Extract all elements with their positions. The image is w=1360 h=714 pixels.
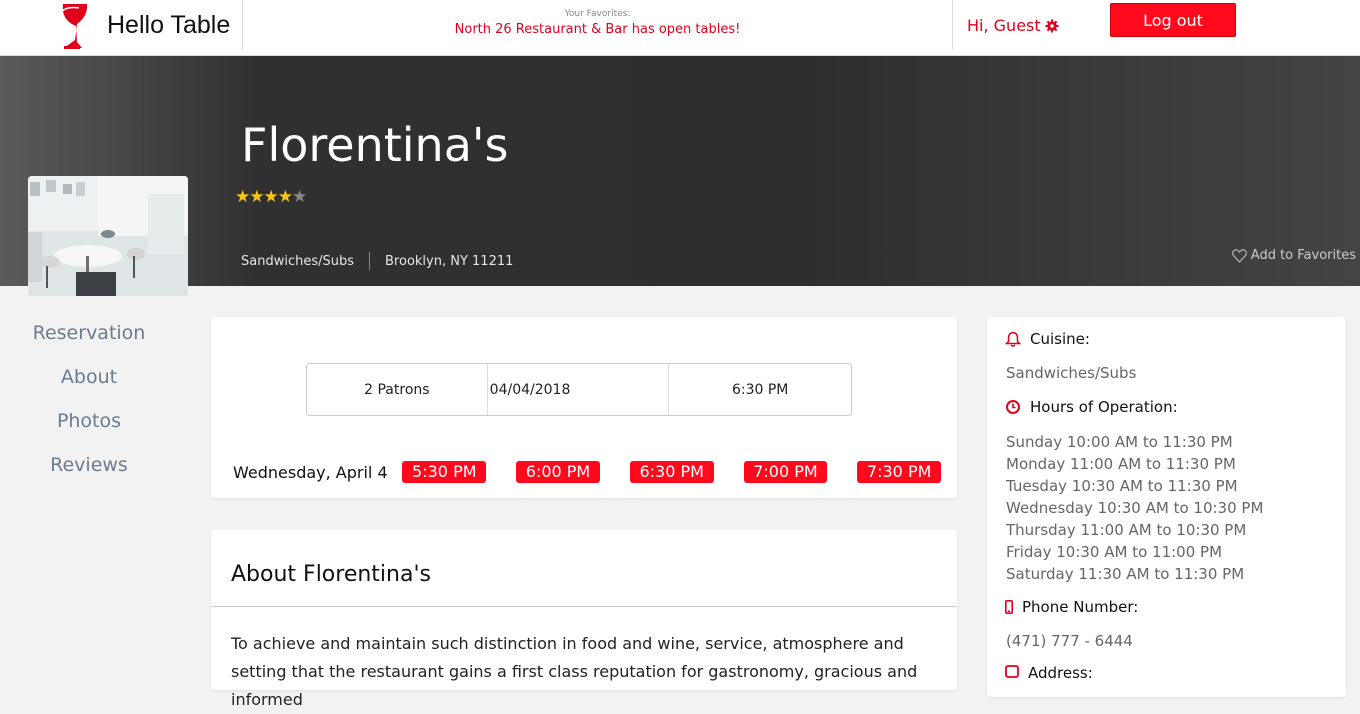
hours-line: Saturday 11:30 AM to 11:30 PM — [1006, 565, 1245, 583]
phone-value[interactable]: (471) 777 - 6444 — [1006, 632, 1133, 650]
nav-item-reviews[interactable]: Reviews — [0, 452, 178, 496]
time-select[interactable]: 6:30 PM — [669, 364, 851, 415]
cuisine-value: Sandwiches/Subs — [1006, 364, 1137, 382]
nav-item-reservation[interactable]: Reservation — [0, 320, 178, 364]
greeting-text: Hi, Guest — [967, 16, 1041, 35]
header-divider — [952, 0, 953, 50]
reservation-card: 2 Patrons 04/04/2018 6:30 PM Wednesday, … — [211, 317, 957, 498]
restaurant-hero: Florentina's ★★★★★ Sandwiches/Subs Brook… — [0, 56, 1360, 286]
mobile-phone-icon — [1005, 600, 1013, 614]
cuisine-label: Cuisine: — [1030, 330, 1090, 348]
availability-date: Wednesday, April 4 — [233, 462, 388, 482]
time-slot-button[interactable]: 7:00 PM — [743, 461, 828, 483]
hours-line: Thursday 11:00 AM to 10:30 PM — [1006, 521, 1247, 539]
about-card: About Florentina's To achieve and mainta… — [211, 530, 957, 709]
info-card: Cuisine: Sandwiches/Subs Hours of Operat… — [987, 317, 1346, 697]
star-icon: ★ — [235, 187, 250, 207]
phone-heading: Phone Number: — [1005, 598, 1138, 616]
star-icon: ★ — [263, 187, 279, 207]
star-icon: ★ — [292, 187, 307, 207]
top-bar: Hello Table Your Favorites: North 26 Res… — [0, 0, 1360, 56]
section-nav: Reservation About Photos Reviews — [0, 320, 178, 496]
hours-list: Sunday 10:00 AM to 11:30 PM Monday 11:00… — [1006, 431, 1263, 585]
patrons-select[interactable]: 2 Patrons — [307, 364, 488, 415]
hours-heading: Hours of Operation: — [1005, 398, 1178, 416]
availability-row: Wednesday, April 4 5:30 PM 6:00 PM 6:30 … — [233, 461, 942, 483]
hours-line: Wednesday 10:30 AM to 10:30 PM — [1006, 499, 1264, 517]
star-icon: ★ — [277, 187, 293, 207]
clock-icon — [1006, 400, 1020, 414]
phone-label: Phone Number: — [1022, 598, 1139, 616]
time-slot-button[interactable]: 6:30 PM — [629, 461, 714, 483]
restaurant-meta: Sandwiches/Subs Brooklyn, NY 11211 — [241, 252, 513, 270]
time-slot-button[interactable]: 6:00 PM — [516, 461, 600, 483]
restaurant-photo[interactable] — [28, 176, 188, 296]
about-text: To achieve and maintain such distinction… — [231, 634, 918, 709]
star-icon: ★ — [249, 187, 264, 207]
hours-label: Hours of Operation: — [1030, 398, 1178, 416]
hours-line: Monday 11:00 AM to 11:30 PM — [1006, 455, 1236, 473]
logout-button[interactable]: Log out — [1110, 3, 1236, 37]
time-slot-button[interactable]: 5:30 PM — [402, 461, 487, 483]
about-divider — [211, 606, 957, 607]
map-pin-icon — [1005, 665, 1019, 678]
address-label: Address: — [1028, 664, 1093, 682]
hours-line: Tuesday 10:30 AM to 11:30 PM — [1006, 477, 1238, 495]
about-title: About Florentina's — [231, 562, 431, 587]
reservation-search: 2 Patrons 04/04/2018 6:30 PM — [306, 363, 852, 416]
date-input[interactable]: 04/04/2018 — [488, 364, 670, 415]
hours-line: Friday 10:30 AM to 11:00 PM — [1006, 543, 1223, 561]
restaurant-photo-image — [28, 176, 188, 296]
cuisine-tag: Sandwiches/Subs — [241, 253, 355, 269]
add-to-favorites-label: Add to Favorites — [1250, 248, 1356, 263]
gear-icon — [1045, 19, 1059, 32]
rating-stars: ★★★★★ — [235, 187, 307, 207]
heart-icon — [1231, 248, 1247, 263]
meta-divider — [369, 252, 371, 270]
cuisine-heading: Cuisine: — [1005, 330, 1090, 348]
bell-icon — [1005, 331, 1021, 347]
time-slot-button[interactable]: 7:30 PM — [857, 461, 942, 483]
hours-line: Sunday 10:00 AM to 11:30 PM — [1006, 433, 1233, 451]
address-heading: Address: — [1005, 664, 1093, 682]
add-to-favorites-link[interactable]: Add to Favorites — [1231, 248, 1356, 263]
restaurant-name: Florentina's — [241, 118, 509, 172]
nav-item-about[interactable]: About — [0, 364, 178, 408]
nav-item-photos[interactable]: Photos — [0, 408, 178, 452]
location-text: Brooklyn, NY 11211 — [385, 253, 514, 269]
user-menu[interactable]: Hi, Guest — [967, 16, 1059, 35]
